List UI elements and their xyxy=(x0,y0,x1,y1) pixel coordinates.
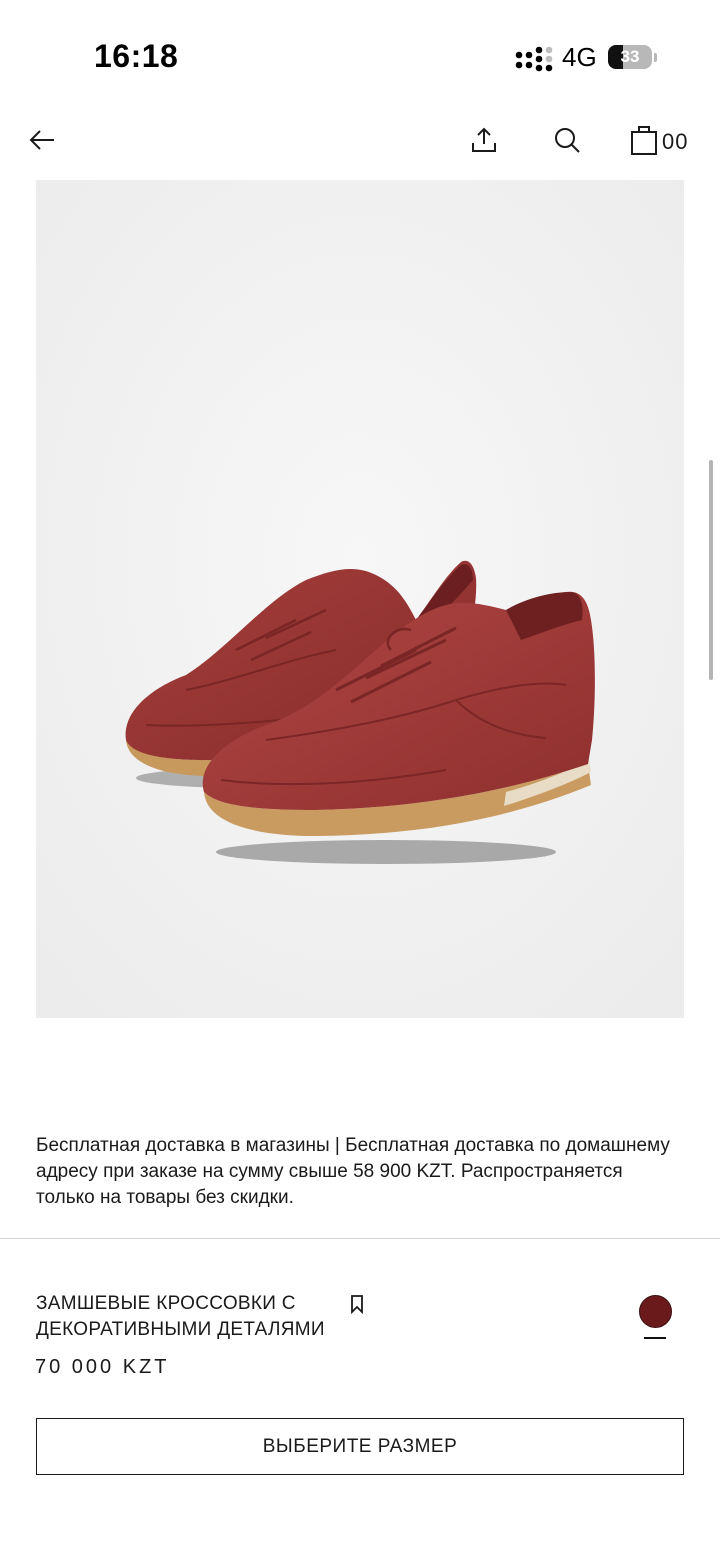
scrollbar[interactable] xyxy=(709,460,713,680)
bookmark-icon[interactable] xyxy=(348,1294,366,1314)
suede-sneakers-image xyxy=(36,180,684,1018)
shipping-info: Бесплатная доставка в магазины | Бесплат… xyxy=(36,1135,670,1208)
cart-count[interactable]: 00 xyxy=(662,129,688,155)
product-image[interactable] xyxy=(36,180,684,1018)
search-icon xyxy=(555,128,580,153)
color-swatch-burgundy[interactable] xyxy=(639,1295,672,1328)
battery-percent: 33 xyxy=(620,47,640,66)
shopping-bag-icon xyxy=(631,126,657,155)
battery-icon: 33 xyxy=(608,45,658,71)
product-price: 70 000 KZT xyxy=(35,1356,170,1378)
divider xyxy=(0,1238,720,1239)
arrow-left-icon xyxy=(29,130,54,150)
status-time: 16:18 xyxy=(94,38,179,74)
share-icon xyxy=(472,127,496,152)
network-type: 4G xyxy=(562,42,597,72)
share-button[interactable] xyxy=(462,118,506,162)
cart-button[interactable] xyxy=(622,118,666,162)
search-button[interactable] xyxy=(545,118,589,162)
back-button[interactable] xyxy=(20,118,64,162)
product-title: ЗАМШЕВЫЕ КРОССОВКИ С ДЕКОРАТИВНЫМИ ДЕТАЛ… xyxy=(36,1293,325,1340)
signal-icon xyxy=(515,46,553,72)
select-size-button[interactable]: ВЫБЕРИТЕ РАЗМЕР xyxy=(36,1418,684,1475)
selected-color-indicator xyxy=(644,1337,666,1339)
